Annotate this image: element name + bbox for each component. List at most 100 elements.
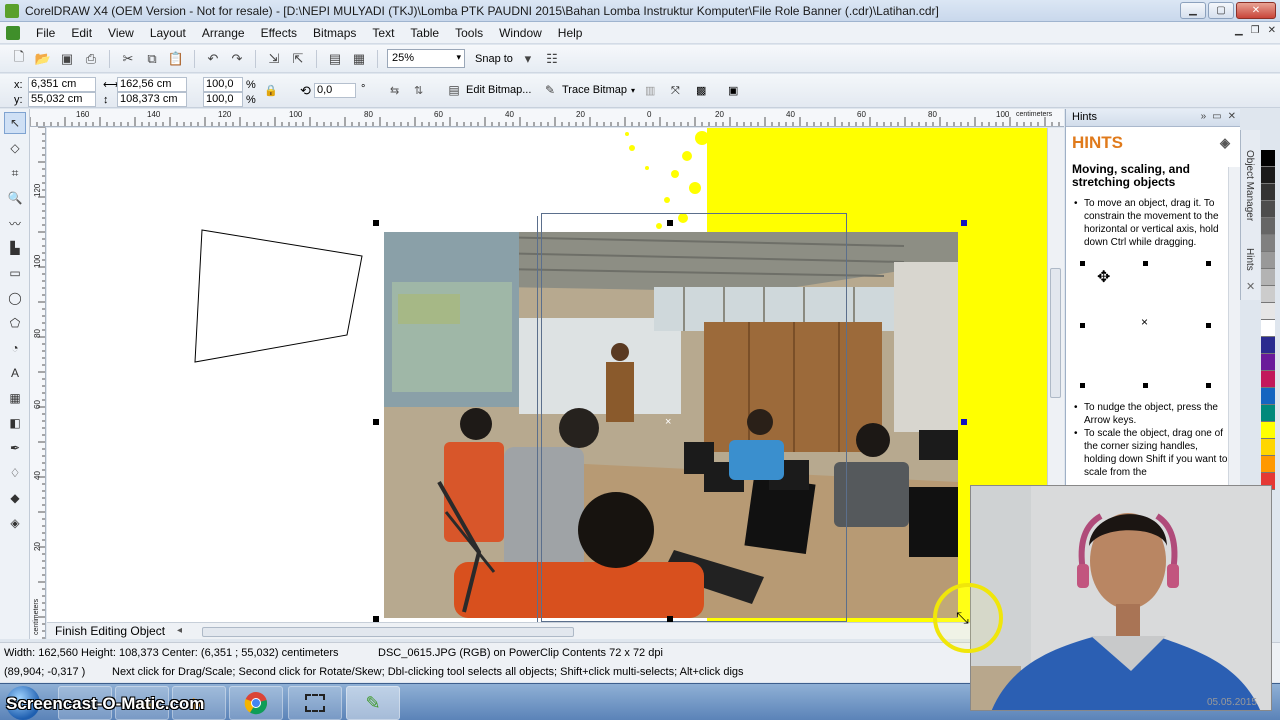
object-manager-tab[interactable]: Object Manager — [1244, 150, 1255, 221]
minimize-button[interactable]: ▁ — [1180, 2, 1206, 19]
eyedropper-tool-icon[interactable]: ✒ — [4, 437, 26, 459]
menu-arrange[interactable]: Arrange — [194, 26, 253, 40]
color-swatch[interactable] — [1261, 150, 1275, 167]
cut-icon[interactable]: ✂ — [119, 50, 137, 68]
redo-icon[interactable]: ↷ — [228, 50, 246, 68]
bitmap-color-mask-icon[interactable]: ▩ — [696, 84, 706, 98]
y-position-field[interactable]: 55,032 cm — [28, 92, 96, 107]
interactive-fill-tool-icon[interactable]: ◈ — [4, 512, 26, 534]
color-swatch[interactable] — [1261, 167, 1275, 184]
trace-bitmap-button[interactable]: ✎ Trace Bitmap ▾ — [542, 80, 635, 100]
save-icon[interactable]: ▣ — [58, 50, 76, 68]
crop-bitmap-icon[interactable]: ▥ — [645, 84, 655, 98]
color-swatch[interactable] — [1261, 422, 1275, 439]
crop-tool-icon[interactable]: ⌗ — [4, 162, 26, 184]
color-swatch[interactable] — [1261, 303, 1275, 320]
snap-to-dropdown[interactable]: Snap to — [475, 53, 513, 65]
menu-edit[interactable]: Edit — [63, 26, 100, 40]
taskbar-chrome-icon[interactable] — [229, 686, 283, 720]
zoom-tool-icon[interactable]: 🔍 — [4, 187, 26, 209]
scale-y-field[interactable]: 100,0 — [203, 92, 243, 107]
hints-book-icon[interactable]: ◈ — [1220, 135, 1230, 151]
scale-x-field[interactable]: 100,0 — [203, 77, 243, 92]
x-position-field[interactable]: 6,351 cm — [28, 77, 96, 92]
color-swatch[interactable] — [1261, 286, 1275, 303]
tab-close-icon[interactable]: ✕ — [1246, 280, 1255, 293]
doc-restore-icon[interactable]: ❐ — [1251, 25, 1260, 36]
table-tool-icon[interactable]: ▦ — [4, 387, 26, 409]
color-swatch[interactable] — [1261, 456, 1275, 473]
selection-handle[interactable] — [961, 419, 967, 425]
docker-minimize-icon[interactable]: ▭ — [1212, 111, 1221, 122]
menu-tools[interactable]: Tools — [447, 26, 491, 40]
color-swatch[interactable] — [1261, 371, 1275, 388]
mirror-horizontal-icon[interactable]: ⇆ — [390, 84, 399, 98]
selection-center-marker[interactable]: × — [665, 416, 671, 428]
color-swatch[interactable] — [1261, 388, 1275, 405]
basic-shapes-tool-icon[interactable]: ◔ — [4, 337, 26, 359]
document-icon[interactable] — [6, 25, 20, 40]
undo-icon[interactable]: ↶ — [204, 50, 222, 68]
color-swatch[interactable] — [1261, 235, 1275, 252]
menu-bitmaps[interactable]: Bitmaps — [305, 26, 364, 40]
docker-scrollbar[interactable] — [1228, 167, 1240, 487]
pick-tool-icon[interactable]: ↖ — [4, 112, 26, 134]
taskbar-coreldraw-icon[interactable]: ✎ — [346, 686, 400, 720]
selection-handle[interactable] — [373, 419, 379, 425]
paste-icon[interactable]: 📋 — [167, 50, 185, 68]
polygon-tool-icon[interactable]: ⬠ — [4, 312, 26, 334]
menu-file[interactable]: File — [28, 26, 63, 40]
menu-layout[interactable]: Layout — [142, 26, 194, 40]
edit-bitmap-button[interactable]: ▤ Edit Bitmap... — [446, 80, 531, 100]
menu-effects[interactable]: Effects — [253, 26, 305, 40]
vertical-scroll-thumb[interactable] — [1050, 268, 1061, 398]
rectangle-tool-icon[interactable]: ▭ — [4, 262, 26, 284]
taskbar-snipping-icon[interactable] — [288, 686, 342, 720]
maximize-button[interactable]: ▢ — [1208, 2, 1234, 19]
selection-handle[interactable] — [667, 220, 673, 226]
zoom-level-select[interactable]: 25% — [387, 49, 465, 68]
wrap-text-icon[interactable]: ▣ — [728, 84, 738, 98]
color-swatch[interactable] — [1261, 337, 1275, 354]
welcome-screen-icon[interactable]: ▦ — [350, 50, 368, 68]
resample-icon[interactable]: ⤧ — [671, 84, 680, 98]
open-icon[interactable]: 📂 — [34, 50, 52, 68]
finish-editing-object-tab[interactable]: Finish Editing Object — [55, 624, 165, 638]
color-swatch[interactable] — [1261, 269, 1275, 286]
chevron-down-icon[interactable]: ▾ — [519, 50, 537, 68]
text-tool-icon[interactable]: A — [4, 362, 26, 384]
color-swatch[interactable] — [1261, 405, 1275, 422]
quadrilateral-shape[interactable] — [194, 229, 363, 363]
menu-help[interactable]: Help — [550, 26, 591, 40]
doc-minimize-icon[interactable]: ▁ — [1235, 25, 1243, 36]
object-width-field[interactable]: 162,56 cm — [117, 77, 187, 92]
menu-window[interactable]: Window — [491, 26, 550, 40]
color-swatch[interactable] — [1261, 354, 1275, 371]
object-height-field[interactable]: 108,373 cm — [117, 92, 187, 107]
scroll-left-icon[interactable]: ◂ — [177, 625, 182, 636]
menu-view[interactable]: View — [100, 26, 142, 40]
close-button[interactable]: ✕ — [1236, 2, 1276, 19]
copy-icon[interactable]: ⧉ — [143, 50, 161, 68]
menu-table[interactable]: Table — [402, 26, 447, 40]
color-swatch[interactable] — [1261, 320, 1275, 337]
horizontal-scroll-thumb[interactable] — [202, 627, 574, 637]
shape-tool-icon[interactable]: ◇ — [4, 137, 26, 159]
smart-fill-tool-icon[interactable]: ▙ — [4, 237, 26, 259]
horizontal-ruler[interactable]: 160 140 120 100 80 60 40 20 0 20 40 60 8… — [30, 109, 1064, 127]
fill-tool-icon[interactable]: ◆ — [4, 487, 26, 509]
rotation-angle-field[interactable]: 0,0 — [314, 83, 356, 98]
application-launcher-icon[interactable]: ▤ — [326, 50, 344, 68]
export-icon[interactable]: ⇱ — [289, 50, 307, 68]
horizontal-scrollbar[interactable]: Finish Editing Object ◂ — [47, 622, 1047, 639]
coreldraw-app-icon[interactable] — [5, 3, 19, 18]
color-swatch[interactable] — [1261, 218, 1275, 235]
freehand-tool-icon[interactable]: 〰 — [4, 212, 26, 234]
options-icon[interactable]: ☷ — [543, 50, 561, 68]
ellipse-tool-icon[interactable]: ◯ — [4, 287, 26, 309]
new-document-icon[interactable]: 🗋 — [10, 49, 28, 68]
print-icon[interactable]: ⎙ — [82, 50, 100, 68]
import-icon[interactable]: ⇲ — [265, 50, 283, 68]
collapse-icon[interactable]: » — [1201, 111, 1207, 122]
docker-close-icon[interactable]: ✕ — [1228, 111, 1236, 122]
